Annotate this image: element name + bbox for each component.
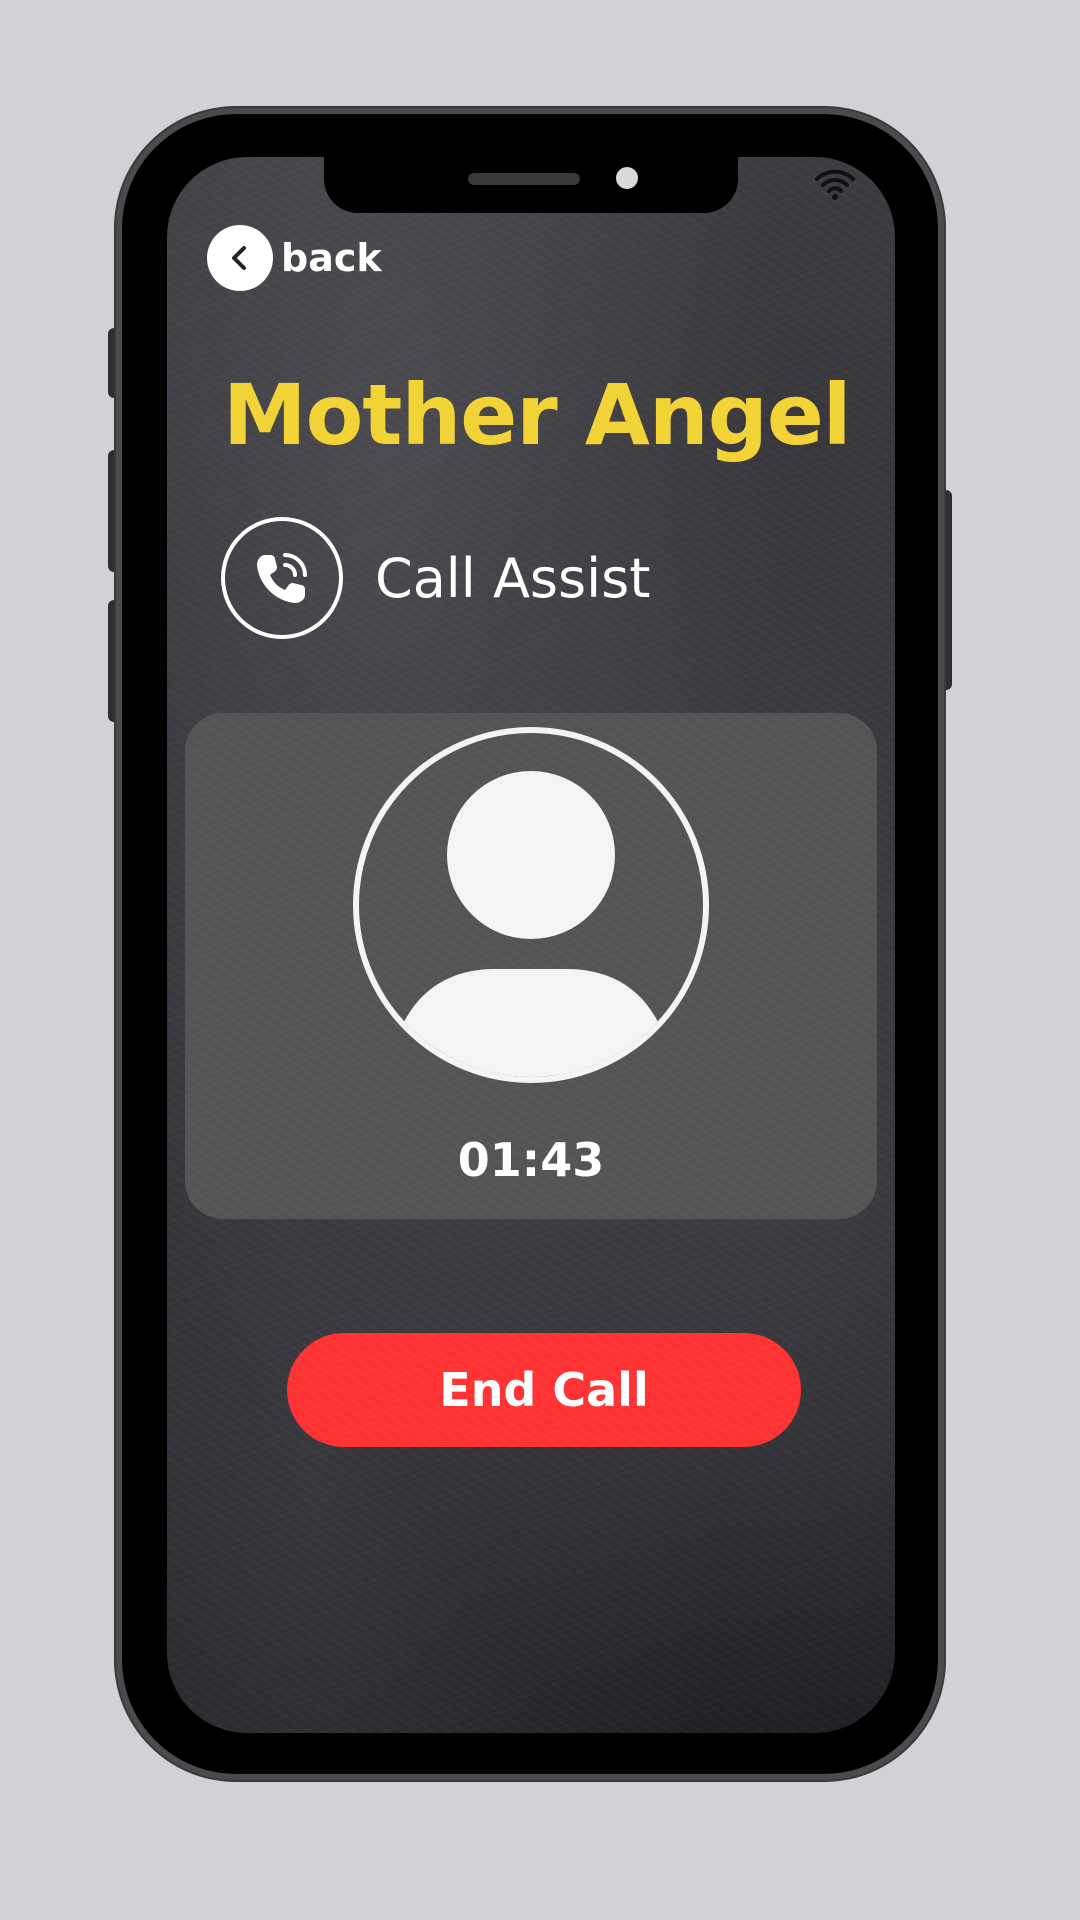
chevron-left-icon xyxy=(207,225,273,291)
call-assist-button[interactable]: Call Assist xyxy=(221,517,650,639)
phone-screen: back Mother Angel Call Assist 01:43 End … xyxy=(167,157,895,1733)
call-assist-label: Call Assist xyxy=(375,546,651,610)
call-card: 01:43 xyxy=(185,713,877,1219)
back-label: back xyxy=(281,236,382,280)
contact-name: Mother Angel xyxy=(223,366,852,464)
wifi-icon xyxy=(815,169,855,200)
call-timer: 01:43 xyxy=(457,1133,605,1187)
front-camera xyxy=(616,167,638,189)
back-button[interactable]: back xyxy=(207,225,382,291)
notch xyxy=(324,157,738,213)
phone-ringing-icon xyxy=(221,517,343,639)
user-avatar-icon xyxy=(353,727,709,1083)
earpiece-speaker xyxy=(468,173,580,185)
canvas: back Mother Angel Call Assist 01:43 End … xyxy=(0,0,1080,1920)
end-call-button[interactable]: End Call xyxy=(287,1333,801,1447)
